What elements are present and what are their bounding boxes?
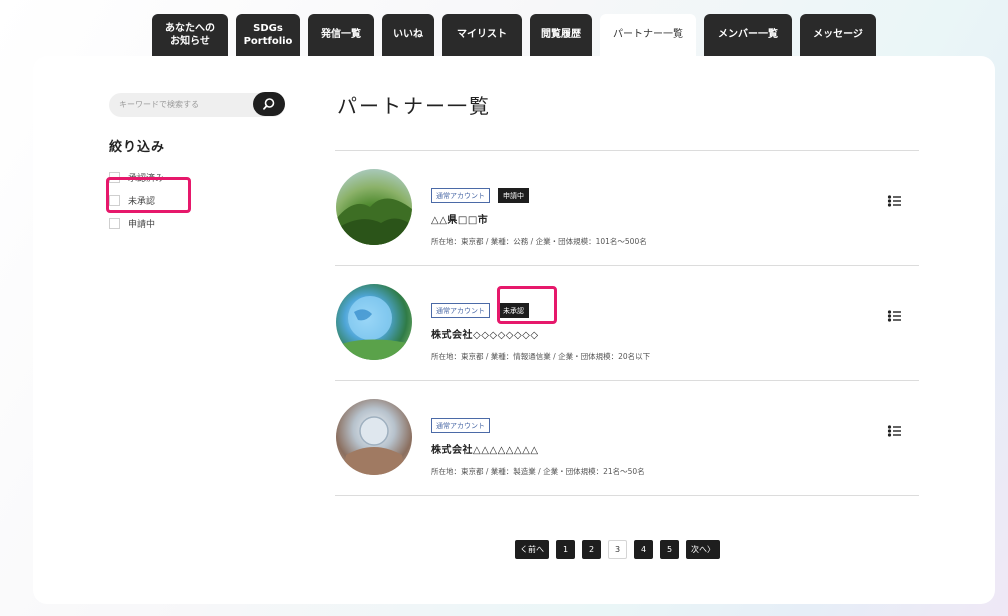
tab-likes[interactable]: いいね	[382, 14, 434, 56]
tab-sdgs-portfolio[interactable]: SDGs Portfolio	[236, 14, 300, 56]
account-type-badge: 通常アカウント	[431, 303, 490, 318]
partner-avatar	[336, 169, 412, 245]
partner-list: 通常アカウント 申請中 △△県□□市 所在地：東京都 / 業種：公務 / 企業・…	[335, 151, 919, 496]
pagination-page-2[interactable]: 2	[582, 540, 601, 559]
partner-tags: 通常アカウント 申請中	[431, 188, 647, 203]
search-button[interactable]	[253, 92, 285, 116]
list-menu-icon	[887, 310, 901, 322]
tab-partners[interactable]: パートナー一覧	[600, 14, 696, 56]
search-icon	[263, 98, 275, 110]
partner-row[interactable]: 通常アカウント 株式会社△△△△△△△△ 所在地：東京都 / 業種：製造業 / …	[335, 381, 919, 496]
tab-posts[interactable]: 発信一覧	[308, 14, 374, 56]
partner-name[interactable]: 株式会社◇◇◇◇◇◇◇◇	[431, 326, 650, 341]
pagination-page-5[interactable]: 5	[660, 540, 679, 559]
top-tab-bar: あなたへの お知らせ SDGs Portfolio 発信一覧 いいね マイリスト…	[152, 14, 876, 56]
list-menu-icon	[887, 195, 901, 207]
pagination: く前へ 1 2 3 4 5 次へ〉	[515, 540, 720, 559]
filter-pending-label: 申請中	[128, 220, 156, 230]
pagination-page-3[interactable]: 3	[608, 540, 627, 559]
tab-history[interactable]: 閲覧履歴	[530, 14, 592, 56]
account-type-badge: 通常アカウント	[431, 188, 490, 203]
filter-pending-checkbox[interactable]	[109, 218, 120, 229]
pagination-next-button[interactable]: 次へ〉	[686, 540, 720, 559]
partner-meta: 所在地：東京都 / 業種：公務 / 企業・団体規模：101名～500名	[431, 237, 647, 246]
account-type-badge: 通常アカウント	[431, 418, 490, 433]
filter-unapproved-checkbox[interactable]	[109, 195, 120, 206]
tab-mylist[interactable]: マイリスト	[442, 14, 522, 56]
partner-row[interactable]: 通常アカウント 未承認 株式会社◇◇◇◇◇◇◇◇ 所在地：東京都 / 業種：情報…	[335, 266, 919, 381]
filter-pending[interactable]: 申請中	[109, 212, 164, 235]
partner-avatar	[336, 284, 412, 360]
partner-info: 通常アカウント 未承認 株式会社◇◇◇◇◇◇◇◇ 所在地：東京都 / 業種：情報…	[431, 303, 650, 362]
partner-row[interactable]: 通常アカウント 申請中 △△県□□市 所在地：東京都 / 業種：公務 / 企業・…	[335, 151, 919, 266]
partner-info: 通常アカウント 申請中 △△県□□市 所在地：東京都 / 業種：公務 / 企業・…	[431, 188, 647, 247]
page-title: パートナー一覧	[337, 94, 491, 118]
filter-approved[interactable]: 承認済み	[109, 166, 164, 189]
partner-name[interactable]: △△県□□市	[431, 211, 647, 226]
filter-list: 承認済み 未承認 申請中	[109, 166, 164, 235]
partner-tags: 通常アカウント 未承認	[431, 303, 650, 318]
filter-title: 絞り込み	[109, 140, 166, 155]
pagination-prev-button[interactable]: く前へ	[515, 540, 549, 559]
filter-approved-checkbox[interactable]	[109, 172, 120, 183]
tab-notifications[interactable]: あなたへの お知らせ	[152, 14, 228, 56]
partner-meta: 所在地：東京都 / 業種：情報通信業 / 企業・団体規模：20名以下	[431, 352, 651, 361]
partner-name[interactable]: 株式会社△△△△△△△△	[431, 441, 645, 456]
pagination-page-1[interactable]: 1	[556, 540, 575, 559]
search-bar	[109, 92, 285, 117]
tab-members[interactable]: メンバー一覧	[704, 14, 792, 56]
status-badge: 未承認	[498, 303, 529, 318]
filter-approved-label: 承認済み	[128, 174, 165, 184]
list-menu-icon	[887, 425, 901, 437]
partner-menu-button[interactable]	[887, 193, 901, 207]
main-card: 絞り込み 承認済み 未承認 申請中 パートナー一覧	[33, 56, 995, 604]
status-badge: 申請中	[498, 188, 529, 203]
tab-messages[interactable]: メッセージ	[800, 14, 876, 56]
partner-avatar	[336, 399, 412, 475]
filter-unapproved-label: 未承認	[128, 197, 156, 207]
pagination-page-4[interactable]: 4	[634, 540, 653, 559]
partner-menu-button[interactable]	[887, 308, 901, 322]
partner-meta: 所在地：東京都 / 業種：製造業 / 企業・団体規模：21名～50名	[431, 467, 645, 476]
filter-unapproved[interactable]: 未承認	[109, 189, 164, 212]
partner-tags: 通常アカウント	[431, 418, 645, 433]
partner-menu-button[interactable]	[887, 423, 901, 437]
partner-info: 通常アカウント 株式会社△△△△△△△△ 所在地：東京都 / 業種：製造業 / …	[431, 418, 645, 477]
